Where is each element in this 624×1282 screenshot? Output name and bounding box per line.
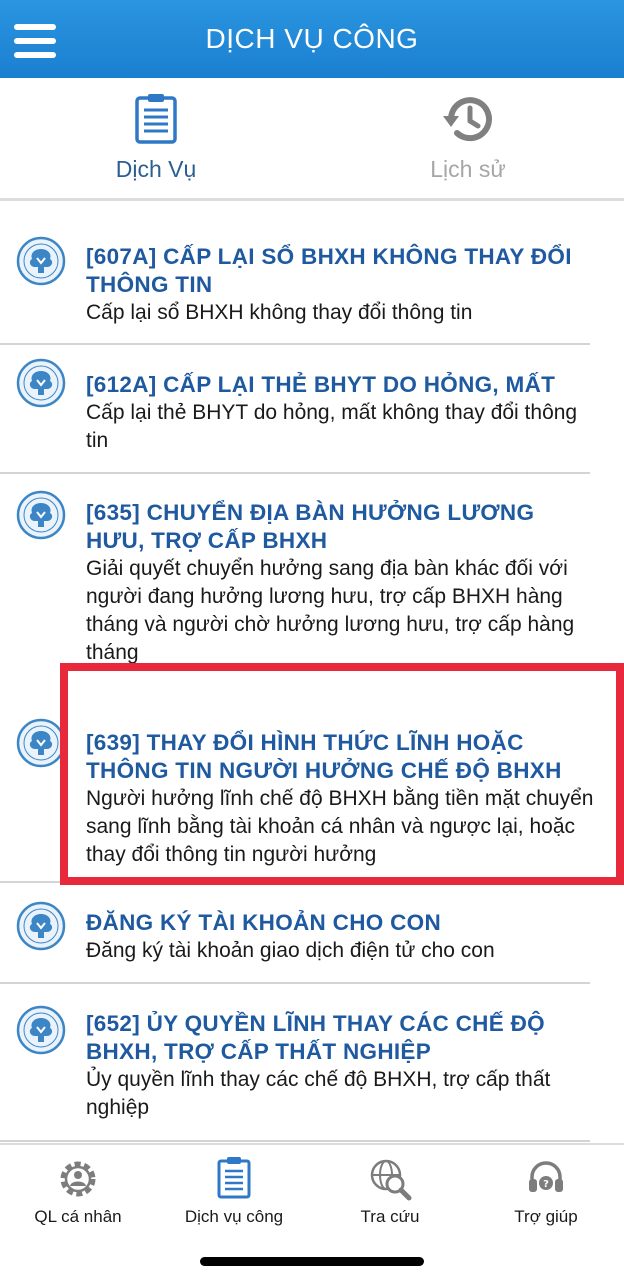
service-description: Cấp lại thẻ BHYT do hỏng, mất không thay… <box>86 401 578 452</box>
service-description: Đăng ký tài khoản giao dịch điện tử cho … <box>86 939 495 962</box>
service-title: [639] THAY ĐỔI HÌNH THỨC LĨNH HOẶC THÔNG… <box>86 730 562 783</box>
service-title: [635] CHUYỂN ĐỊA BÀN HƯỞNG LƯƠNG HƯU, TR… <box>86 500 535 553</box>
app-header: DỊCH VỤ CÔNG <box>0 0 624 78</box>
top-tabs: Dịch Vụ Lịch sử <box>0 78 624 201</box>
bhxh-logo-icon <box>16 718 66 768</box>
svg-text:?: ? <box>543 1179 549 1190</box>
tab-lich-su[interactable]: Lịch sử <box>312 78 624 198</box>
service-title: [607A] CẤP LẠI SỔ BHXH KHÔNG THAY ĐỔI TH… <box>86 244 572 297</box>
service-item-dang-ky-tai-khoan[interactable]: ĐĂNG KÝ TÀI KHOẢN CHO CON Đăng ký tài kh… <box>0 883 624 982</box>
nav-label: Tra cứu <box>360 1207 420 1226</box>
nav-dich-vu-cong[interactable]: Dịch vụ công <box>156 1145 312 1245</box>
nav-tro-giup[interactable]: ? Trợ giúp <box>468 1145 624 1245</box>
bhxh-logo-icon <box>16 901 66 951</box>
bhxh-logo-icon <box>16 1005 66 1055</box>
service-item-607a[interactable]: [607A] CẤP LẠI SỔ BHXH KHÔNG THAY ĐỔI TH… <box>0 226 624 343</box>
service-item-612a[interactable]: [612A] CẤP LẠI THẺ BHYT DO HỎNG, MẤT Cấp… <box>0 345 624 472</box>
gear-person-icon <box>60 1161 96 1197</box>
service-description: Ủy quyền lĩnh thay các chế độ BHXH, trợ … <box>86 1068 551 1119</box>
service-title: [652] ỦY QUYỀN LĨNH THAY CÁC CHẾ ĐỘ BHXH… <box>86 1011 545 1064</box>
nav-tra-cuu[interactable]: Tra cứu <box>312 1145 468 1245</box>
nav-label: Dịch vụ công <box>184 1207 284 1226</box>
tab-label-dich-vu: Dịch Vụ <box>115 156 197 182</box>
headset-help-icon: ? <box>529 1161 563 1192</box>
service-title: [612A] CẤP LẠI THẺ BHYT DO HỎNG, MẤT <box>86 372 556 397</box>
bhxh-logo-icon <box>16 236 66 286</box>
nav-label: Trợ giúp <box>514 1207 578 1226</box>
page-title: DỊCH VỤ CÔNG <box>205 23 419 54</box>
document-list-icon <box>217 1157 251 1199</box>
bhxh-logo-icon <box>16 358 66 408</box>
service-item-635[interactable]: [635] CHUYỂN ĐỊA BÀN HƯỞNG LƯƠNG HƯU, TR… <box>0 474 624 687</box>
service-item-639[interactable]: [639] THAY ĐỔI HÌNH THỨC LĨNH HOẶC THÔNG… <box>0 687 624 881</box>
service-title: ĐĂNG KÝ TÀI KHOẢN CHO CON <box>86 910 441 935</box>
tab-dich-vu[interactable]: Dịch Vụ <box>0 78 312 198</box>
service-item-652[interactable]: [652] ỦY QUYỀN LĨNH THAY CÁC CHẾ ĐỘ BHXH… <box>0 984 624 1140</box>
bhxh-logo-icon <box>16 490 66 540</box>
service-list: [607A] CẤP LẠI SỔ BHXH KHÔNG THAY ĐỔI TH… <box>0 226 624 1142</box>
home-indicator <box>200 1257 424 1266</box>
nav-ql-ca-nhan[interactable]: QL cá nhân <box>0 1145 156 1245</box>
history-icon <box>443 97 492 142</box>
document-list-icon <box>135 94 177 144</box>
divider <box>0 1140 590 1142</box>
service-description: Cấp lại sổ BHXH không thay đổi thông tin <box>86 301 473 324</box>
tab-label-lich-su: Lịch sử <box>430 156 506 182</box>
nav-label: QL cá nhân <box>34 1207 122 1226</box>
service-description: Người hưởng lĩnh chế độ BHXH bằng tiền m… <box>86 787 594 866</box>
globe-search-icon <box>370 1159 412 1201</box>
service-description: Giải quyết chuyển hưởng sang địa bàn khá… <box>86 557 575 664</box>
